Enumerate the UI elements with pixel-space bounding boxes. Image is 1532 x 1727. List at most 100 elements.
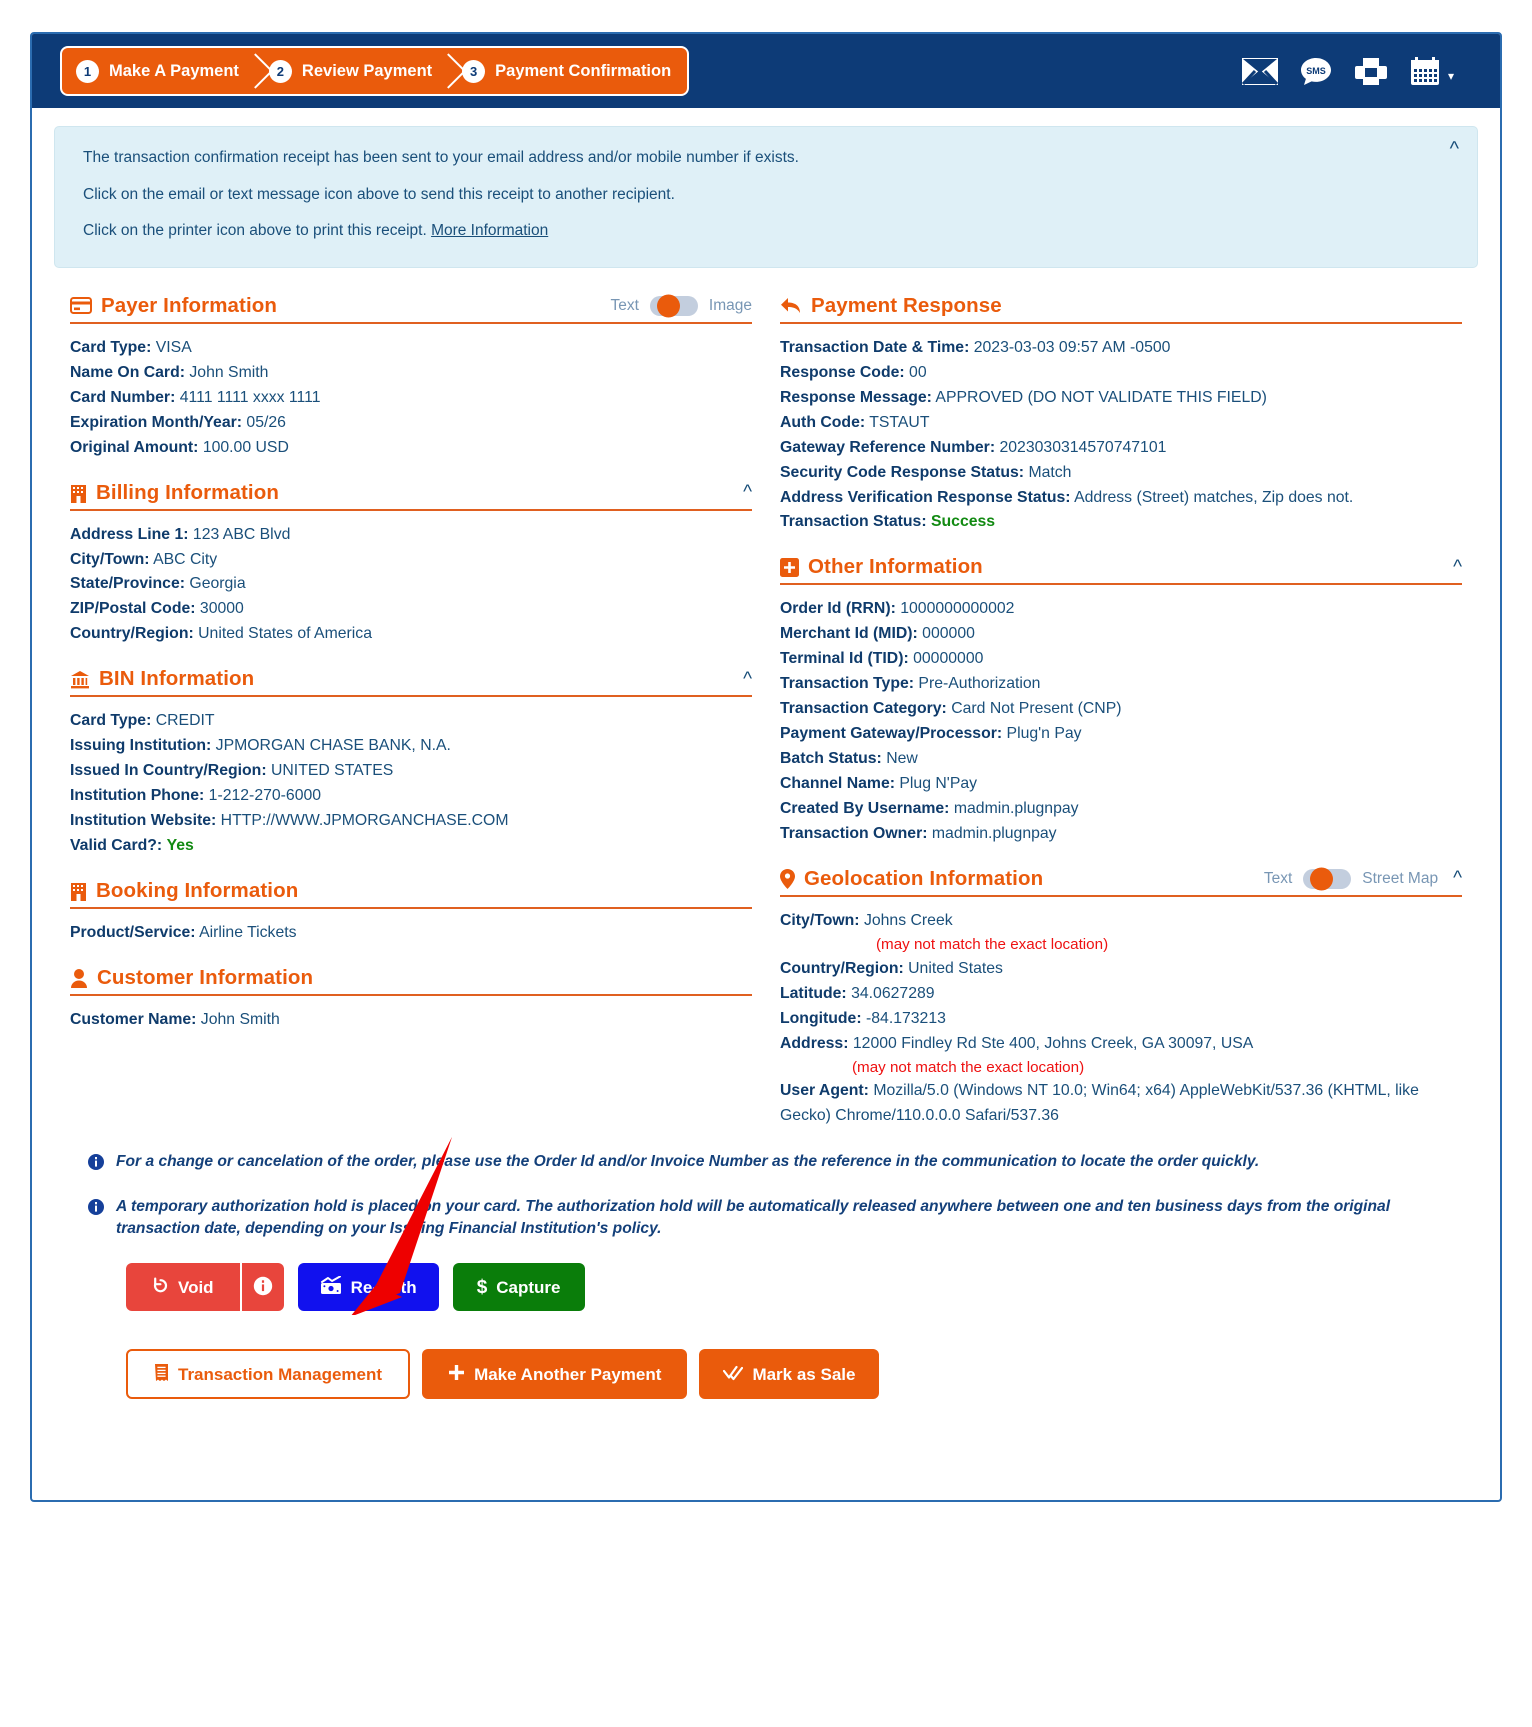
field-value: 00 bbox=[909, 363, 927, 381]
field-label: Country/Region: bbox=[70, 625, 194, 643]
field-value: UNITED STATES bbox=[270, 762, 394, 780]
wizard-step-2[interactable]: 2 Review Payment bbox=[255, 48, 448, 94]
field-value: madmin.plugnpay bbox=[931, 824, 1057, 842]
bin-header-actions: ^ bbox=[739, 670, 752, 689]
toggle-knob bbox=[656, 294, 680, 318]
notice-collapse-chevron-up-icon[interactable]: ^ bbox=[1450, 139, 1459, 159]
other-information-header: Other Information ^ bbox=[780, 555, 1462, 586]
transaction-management-button-label: Transaction Management bbox=[178, 1364, 383, 1384]
field-value: 1000000000002 bbox=[900, 600, 1015, 618]
step-number-1: 1 bbox=[76, 59, 99, 83]
field-label: Transaction Status: bbox=[780, 513, 927, 531]
bin-information-title: BIN Information bbox=[99, 667, 255, 691]
field-label: Created By Username: bbox=[780, 800, 950, 818]
navigation-action-buttons: Transaction Management Make Another Paym… bbox=[54, 1349, 1478, 1400]
void-button-label: Void bbox=[178, 1277, 214, 1297]
more-information-link[interactable]: More Information bbox=[431, 222, 548, 239]
field-geo-user-agent: User Agent: Mozilla/5.0 (Windows NT 10.0… bbox=[780, 1079, 1462, 1129]
field-batch-status: Batch Status: New bbox=[780, 747, 1462, 772]
payment-response-header: Payment Response bbox=[780, 294, 1462, 324]
capture-button[interactable]: $ Capture bbox=[452, 1263, 585, 1312]
geolocation-information-fields: City/Town: Johns Creek (may not match th… bbox=[780, 897, 1462, 1129]
transaction-management-button[interactable]: Transaction Management bbox=[126, 1349, 411, 1400]
calendar-icon[interactable] bbox=[1410, 56, 1440, 86]
field-value: HTTP://WWW.JPMORGANCHASE.COM bbox=[220, 812, 509, 830]
mark-as-sale-button-label: Mark as Sale bbox=[752, 1364, 856, 1384]
mark-as-sale-button[interactable]: Mark as Sale bbox=[699, 1349, 880, 1400]
field-value: 100.00 USD bbox=[202, 438, 289, 456]
other-collapse-chevron-up-icon[interactable]: ^ bbox=[1453, 558, 1462, 577]
field-card-type: Card Type: VISA bbox=[70, 336, 752, 361]
field-address-verification-response-status: Address Verification Response Status: Ad… bbox=[780, 486, 1462, 511]
billing-information-title: Billing Information bbox=[96, 480, 279, 504]
void-button[interactable]: Void bbox=[126, 1263, 240, 1312]
billing-collapse-chevron-up-icon[interactable]: ^ bbox=[743, 483, 752, 502]
content-area: ^ The transaction confirmation receipt h… bbox=[32, 108, 1500, 1400]
field-value: 2023030314570747101 bbox=[999, 438, 1167, 456]
field-value: ABC City bbox=[153, 550, 218, 568]
geolocation-text-streetmap-toggle[interactable] bbox=[1303, 867, 1352, 891]
field-label: Customer Name: bbox=[70, 1010, 197, 1028]
geo-city-disclaimer: (may not match the exact location) bbox=[876, 935, 1109, 953]
field-value: JPMORGAN CHASE BANK, N.A. bbox=[215, 737, 451, 755]
field-value: madmin.plugnpay bbox=[953, 800, 1079, 818]
bin-collapse-chevron-up-icon[interactable]: ^ bbox=[743, 670, 752, 689]
transaction-action-buttons: Void Re-Auth $ Capture bbox=[54, 1263, 1478, 1312]
field-label: Channel Name: bbox=[780, 775, 895, 793]
field-label: Terminal Id (TID): bbox=[780, 650, 909, 668]
plus-icon bbox=[448, 1364, 465, 1384]
field-value: United States of America bbox=[198, 625, 372, 643]
field-label: Product/Service: bbox=[70, 924, 196, 942]
hotel-building-icon bbox=[70, 881, 87, 902]
field-country-region: Country/Region: United States of America bbox=[70, 622, 752, 647]
other-header-actions: ^ bbox=[1449, 558, 1462, 577]
field-payment-gateway-processor: Payment Gateway/Processor: Plug'n Pay bbox=[780, 722, 1462, 747]
field-label: Latitude: bbox=[780, 984, 847, 1002]
note-order-change: For a change or cancelation of the order… bbox=[88, 1151, 1456, 1174]
field-value: Card Not Present (CNP) bbox=[951, 700, 1122, 718]
other-information-fields: Order Id (RRN): 1000000000002 Merchant I… bbox=[780, 585, 1462, 847]
customer-information-fields: Customer Name: John Smith bbox=[70, 996, 752, 1033]
field-value: 000000 bbox=[922, 625, 975, 643]
field-label: Longitude: bbox=[780, 1009, 862, 1027]
sms-icon[interactable]: SMS bbox=[1300, 57, 1332, 86]
field-value: New bbox=[886, 750, 918, 768]
receipt-icon bbox=[154, 1363, 169, 1385]
info-circle-icon bbox=[88, 1198, 104, 1215]
svg-text:SMS: SMS bbox=[1306, 66, 1326, 76]
billing-information-fields: Address Line 1: 123 ABC Blvd City/Town: … bbox=[70, 511, 752, 648]
wizard-step-1[interactable]: 1 Make A Payment bbox=[62, 48, 255, 94]
make-another-payment-button-label: Make Another Payment bbox=[474, 1364, 662, 1384]
info-circle-icon bbox=[88, 1154, 104, 1171]
email-icon[interactable] bbox=[1241, 57, 1279, 85]
field-label: State/Province: bbox=[70, 575, 186, 593]
make-another-payment-button[interactable]: Make Another Payment bbox=[422, 1349, 688, 1400]
bin-information-fields: Card Type: CREDIT Issuing Institution: J… bbox=[70, 697, 752, 859]
calendar-dropdown-caret[interactable]: ▾ bbox=[1448, 70, 1454, 82]
printer-icon[interactable] bbox=[1354, 57, 1388, 86]
field-label: Batch Status: bbox=[780, 750, 882, 768]
field-label: Response Code: bbox=[780, 363, 905, 381]
field-value: APPROVED (DO NOT VALIDATE THIS FIELD) bbox=[935, 388, 1267, 406]
wizard-step-3[interactable]: 3 Payment Confirmation bbox=[448, 48, 687, 94]
geo-toggle-text-label: Text bbox=[1263, 869, 1293, 887]
reply-arrow-icon bbox=[780, 296, 802, 315]
re-auth-button[interactable]: Re-Auth bbox=[297, 1263, 439, 1312]
info-circle-icon bbox=[253, 1276, 273, 1299]
field-label: Issuing Institution: bbox=[70, 737, 212, 755]
field-value: VISA bbox=[155, 338, 192, 356]
field-geo-city-town: City/Town: Johns Creek bbox=[780, 909, 1462, 934]
notice-line-2: Click on the email or text message icon … bbox=[83, 185, 675, 203]
field-original-amount: Original Amount: 100.00 USD bbox=[70, 436, 752, 461]
payer-text-image-toggle[interactable] bbox=[649, 294, 698, 318]
plus-square-icon bbox=[780, 557, 799, 577]
geolocation-collapse-chevron-up-icon[interactable]: ^ bbox=[1453, 869, 1462, 888]
field-value: 4111 1111 xxxx 1111 bbox=[179, 388, 321, 406]
payer-information-header: Payer Information Text Image bbox=[70, 294, 752, 324]
geolocation-information-header: Geolocation Information Text Street Map … bbox=[780, 867, 1462, 897]
void-info-button[interactable] bbox=[239, 1263, 284, 1312]
field-value: Match bbox=[1028, 463, 1072, 481]
field-label: Security Code Response Status: bbox=[780, 463, 1025, 481]
field-value: Success bbox=[930, 513, 996, 531]
other-information-title: Other Information bbox=[808, 555, 983, 579]
